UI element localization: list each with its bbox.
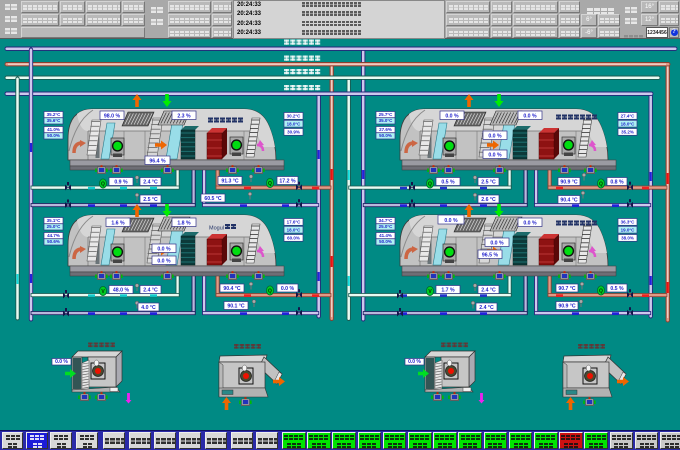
svg-text:0.0 %: 0.0 %	[523, 114, 537, 120]
svg-text:96.4 %: 96.4 %	[149, 159, 166, 165]
svg-text:91.3 °C: 91.3 °C	[221, 179, 239, 185]
svg-text:0.0 %: 0.0 %	[445, 114, 459, 120]
svg-text:50.0%: 50.0%	[379, 239, 392, 244]
svg-text:35.6°C: 35.6°C	[47, 118, 62, 123]
svg-text:2.3 %: 2.3 %	[177, 114, 191, 120]
svg-text:0.0 %: 0.0 %	[488, 153, 502, 159]
svg-text:0.5 %: 0.5 %	[610, 286, 624, 292]
svg-text:4.0 °C: 4.0 °C	[141, 305, 156, 311]
svg-text:0.9 %: 0.9 %	[114, 180, 128, 186]
svg-text:30.2°C: 30.2°C	[287, 114, 302, 119]
svg-text:90.4 °C: 90.4 °C	[560, 198, 578, 204]
svg-text:1.7 %: 1.7 %	[441, 288, 455, 294]
svg-text:35.0°C: 35.0°C	[379, 118, 394, 123]
svg-text:60.5 °C: 60.5 °C	[204, 196, 222, 202]
svg-text:0.0 %: 0.0 %	[157, 259, 171, 265]
svg-text:Q: Q	[268, 181, 272, 187]
svg-text:2.4 °C: 2.4 °C	[479, 305, 494, 311]
svg-text:Q: Q	[599, 182, 603, 188]
svg-text:0.8 %: 0.8 %	[610, 180, 624, 186]
svg-text:0.0 %: 0.0 %	[55, 359, 68, 365]
svg-text:48.0 %: 48.0 %	[113, 288, 130, 294]
svg-text:27.4°C: 27.4°C	[621, 114, 636, 119]
svg-text:60.0%: 60.0%	[287, 236, 300, 241]
svg-text:18.0°C: 18.0°C	[287, 121, 302, 126]
svg-text:2.6 °C: 2.6 °C	[481, 197, 496, 203]
svg-text:90.9 °C: 90.9 °C	[558, 304, 576, 310]
svg-text:25.0°C: 25.0°C	[379, 224, 394, 229]
svg-text:17.2 %: 17.2 %	[279, 179, 296, 185]
svg-text:19.0°C: 19.0°C	[621, 227, 636, 232]
svg-text:50.6%: 50.6%	[47, 239, 60, 244]
svg-text:Q: Q	[268, 289, 272, 295]
svg-text:90.1 °C: 90.1 °C	[227, 304, 245, 310]
svg-text:35.2°C: 35.2°C	[47, 112, 62, 117]
svg-text:50.0%: 50.0%	[47, 133, 60, 138]
svg-text:35.1°C: 35.1°C	[47, 218, 62, 223]
svg-text:25.7°C: 25.7°C	[379, 112, 394, 117]
svg-text:90.9 °C: 90.9 °C	[560, 180, 578, 186]
svg-text:0.0 %: 0.0 %	[523, 221, 537, 227]
svg-text:0.0 %: 0.0 %	[488, 134, 502, 140]
svg-text:34.7°C: 34.7°C	[379, 218, 394, 223]
svg-text:2.4 °C: 2.4 °C	[481, 288, 496, 294]
svg-text:2.5 °C: 2.5 °C	[481, 180, 496, 186]
svg-text:25.0°C: 25.0°C	[47, 224, 62, 229]
svg-text:36.3°C: 36.3°C	[621, 220, 636, 225]
svg-text:2.4 °C: 2.4 °C	[143, 180, 158, 186]
svg-text:1.6 %: 1.6 %	[111, 221, 125, 227]
svg-text:0.0 %: 0.0 %	[281, 286, 295, 292]
svg-text:90.4 °C: 90.4 °C	[223, 286, 241, 292]
svg-text:38.0%: 38.0%	[621, 236, 634, 241]
svg-text:18.0°C: 18.0°C	[621, 121, 636, 126]
svg-text:17.6°C: 17.6°C	[287, 220, 302, 225]
svg-text:41.0%: 41.0%	[47, 127, 60, 132]
svg-text:27.6%: 27.6%	[379, 127, 392, 132]
svg-text:0.0 %: 0.0 %	[490, 241, 504, 247]
svg-text:Q: Q	[428, 182, 432, 188]
svg-text:98.0 %: 98.0 %	[104, 114, 121, 120]
svg-text:0.5 %: 0.5 %	[441, 180, 455, 186]
svg-text:0.0 %: 0.0 %	[408, 359, 421, 365]
svg-text:44.7%: 44.7%	[47, 233, 60, 238]
svg-text:18.0°C: 18.0°C	[287, 227, 302, 232]
svg-text:Q: Q	[599, 289, 603, 295]
svg-text:Mogul: Mogul	[209, 226, 224, 232]
svg-text:1.8 %: 1.8 %	[177, 221, 191, 227]
svg-text:2.5 °C: 2.5 °C	[143, 197, 158, 203]
svg-text:41.4%: 41.4%	[379, 233, 392, 238]
svg-text:2.4 °C: 2.4 °C	[143, 288, 158, 294]
svg-text:30.9%: 30.9%	[287, 130, 300, 135]
svg-text:96.5 %: 96.5 %	[482, 253, 499, 259]
svg-text:50.0%: 50.0%	[379, 133, 392, 138]
svg-text:90.7 °C: 90.7 °C	[558, 286, 576, 292]
svg-text:0.0 %: 0.0 %	[444, 218, 458, 224]
svg-text:35.2%: 35.2%	[621, 130, 634, 135]
svg-text:0.0 %: 0.0 %	[157, 247, 171, 253]
svg-text:Q: Q	[101, 182, 105, 188]
